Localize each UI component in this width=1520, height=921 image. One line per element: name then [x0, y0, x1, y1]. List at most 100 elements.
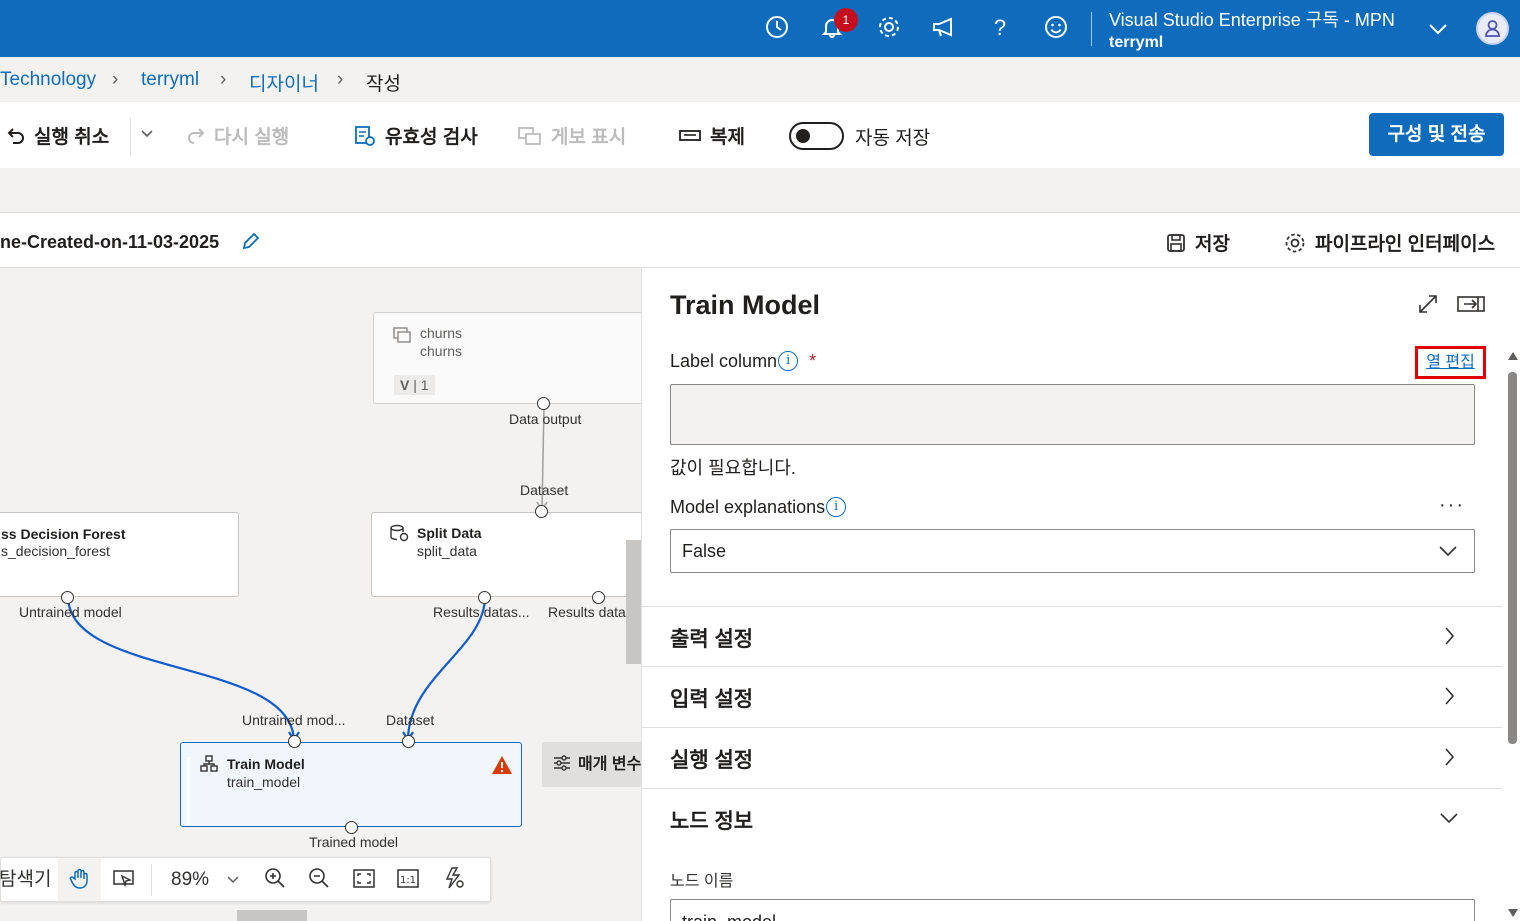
validate-button[interactable]: 유효성 검사: [353, 122, 478, 149]
chevron-right-icon: [1445, 748, 1455, 766]
port-dataset-in[interactable]: [402, 735, 415, 748]
port-results-1[interactable]: [478, 591, 491, 604]
publish-icon: [518, 126, 541, 145]
more-options-icon[interactable]: ···: [1439, 494, 1465, 517]
chevron-right-icon: [1445, 687, 1455, 705]
port-results-2[interactable]: [592, 591, 605, 604]
redo-label: 다시 실행: [214, 127, 290, 148]
port-label: Dataset: [520, 482, 569, 498]
node-churns[interactable]: churns churns V | 1: [373, 312, 641, 404]
redo-button[interactable]: 다시 실행: [186, 122, 289, 149]
node-split-data[interactable]: Split Data split_data: [371, 512, 641, 597]
canvas-scrollbar[interactable]: [626, 540, 641, 664]
clock-icon[interactable]: [763, 14, 791, 42]
subscription-name[interactable]: Visual Studio Enterprise 구독 - MPN: [1109, 6, 1395, 32]
autosave-toggle[interactable]: [789, 122, 844, 150]
pipeline-title[interactable]: ne-Created-on-11-03-2025: [0, 230, 262, 253]
user-name[interactable]: terryml: [1109, 34, 1163, 52]
required-message: 값이 필요합니다.: [670, 458, 796, 478]
port-trained-model[interactable]: [345, 821, 358, 834]
section-run-settings[interactable]: 실행 설정: [642, 727, 1502, 788]
node-name-input[interactable]: train_model: [670, 899, 1475, 921]
scroll-down-arrow[interactable]: [1508, 909, 1518, 917]
save-button[interactable]: 저장: [1165, 229, 1230, 256]
properties-panel: Train Model Label column i * 열 편집 값이 필요합니…: [641, 268, 1520, 921]
node-subtitle: churns: [420, 343, 463, 359]
section-input-settings[interactable]: 입력 설정: [642, 666, 1502, 727]
info-icon[interactable]: i: [826, 497, 847, 517]
port-untrained-model[interactable]: [61, 591, 74, 604]
submit-button[interactable]: 구성 및 전송: [1369, 113, 1504, 156]
model-explanations-select[interactable]: False: [670, 529, 1475, 573]
chevron-right-icon: [1445, 627, 1455, 645]
hand-icon[interactable]: [58, 858, 101, 901]
panel-title: Train Model: [670, 290, 821, 320]
node-decision-forest[interactable]: ss Decision Forest s_decision_forest: [0, 512, 239, 597]
train-model-icon: [200, 755, 218, 772]
node-subtitle: split_data: [417, 543, 477, 559]
save-icon: [1167, 233, 1185, 252]
node-title: ss Decision Forest: [1, 526, 126, 542]
pencil-icon[interactable]: [240, 230, 262, 252]
node-train-model[interactable]: Train Model train_model: [180, 742, 522, 827]
pipeline-interface-label: 파이프라인 인터페이스: [1315, 234, 1496, 255]
fit-screen-icon[interactable]: [352, 865, 376, 895]
navigator-label[interactable]: 탐색기: [0, 865, 51, 895]
canvas-h-scrollbar[interactable]: [237, 910, 307, 921]
section-output-settings[interactable]: 출력 설정: [642, 606, 1502, 667]
clone-button[interactable]: 복제: [678, 122, 745, 149]
gear-icon[interactable]: [875, 14, 903, 42]
smiley-icon[interactable]: [1042, 14, 1070, 42]
panel-scrollbar[interactable]: [1505, 350, 1520, 921]
megaphone-icon[interactable]: [930, 14, 958, 42]
undo-button[interactable]: 실행 취소: [6, 122, 109, 149]
label-column-field[interactable]: [670, 384, 1475, 445]
port-label: Dataset: [386, 712, 435, 728]
toolbar: 실행 취소 다시 실행 유효성 검사 게보 표시 복제: [0, 102, 1520, 168]
node-title: churns: [420, 325, 463, 341]
version-label: V: [400, 377, 410, 393]
validate-icon: [355, 125, 375, 146]
expand-icon[interactable]: [1416, 292, 1440, 321]
model-explanations-label: Model explanations i: [670, 497, 847, 518]
port-untrained-model-in[interactable]: [288, 735, 301, 748]
designer-canvas[interactable]: churns churns V | 1 Data output Dataset …: [0, 268, 641, 921]
port-label: Results data: [548, 604, 626, 620]
port-data-output[interactable]: [537, 397, 550, 410]
port-label: Trained model: [309, 834, 398, 850]
svg-text:1:1: 1:1: [400, 875, 416, 886]
breadcrumb-item[interactable]: 디자이너: [249, 69, 319, 96]
scroll-thumb[interactable]: [1508, 372, 1517, 744]
breadcrumb-item[interactable]: Technology: [0, 69, 96, 91]
info-icon[interactable]: i: [778, 351, 799, 371]
zoom-in-icon[interactable]: [263, 865, 287, 895]
node-subtitle: s_decision_forest: [1, 543, 110, 559]
zoom-dropdown[interactable]: [226, 865, 240, 895]
collapse-panel-icon[interactable]: [1456, 294, 1486, 319]
version-tag: V | 1: [394, 375, 435, 395]
zoom-out-icon[interactable]: [307, 865, 331, 895]
section-label: 실행 설정: [670, 749, 754, 772]
undo-dropdown[interactable]: [140, 126, 154, 140]
dataset-icon: [393, 327, 411, 343]
section-node-info[interactable]: 노드 정보: [642, 788, 1502, 849]
breadcrumb: Technology › terryml › 디자이너 › 작성: [0, 57, 1520, 102]
auto-layout-icon[interactable]: [442, 865, 466, 895]
divider: [130, 118, 131, 156]
port-dataset[interactable]: [535, 505, 548, 518]
pipeline-interface-button[interactable]: 파이프라인 인터페이스: [1283, 229, 1495, 256]
gear-icon: [1285, 233, 1305, 252]
parameters-button[interactable]: 매개 변수: [542, 742, 641, 787]
undo-icon: [7, 127, 24, 144]
scroll-up-arrow[interactable]: [1508, 352, 1518, 360]
chevron-down-icon[interactable]: [1425, 14, 1451, 42]
publish-button[interactable]: 게보 표시: [517, 122, 626, 149]
help-icon[interactable]: ?: [986, 14, 1014, 42]
select-cursor-icon[interactable]: [112, 865, 136, 895]
avatar[interactable]: [1476, 12, 1509, 45]
edit-columns-link[interactable]: 열 편집: [1415, 346, 1486, 379]
clone-icon: [679, 129, 701, 141]
zoom-level: 89%: [171, 869, 210, 890]
actual-size-icon[interactable]: 1:1: [396, 865, 420, 895]
breadcrumb-item[interactable]: terryml: [141, 69, 199, 91]
